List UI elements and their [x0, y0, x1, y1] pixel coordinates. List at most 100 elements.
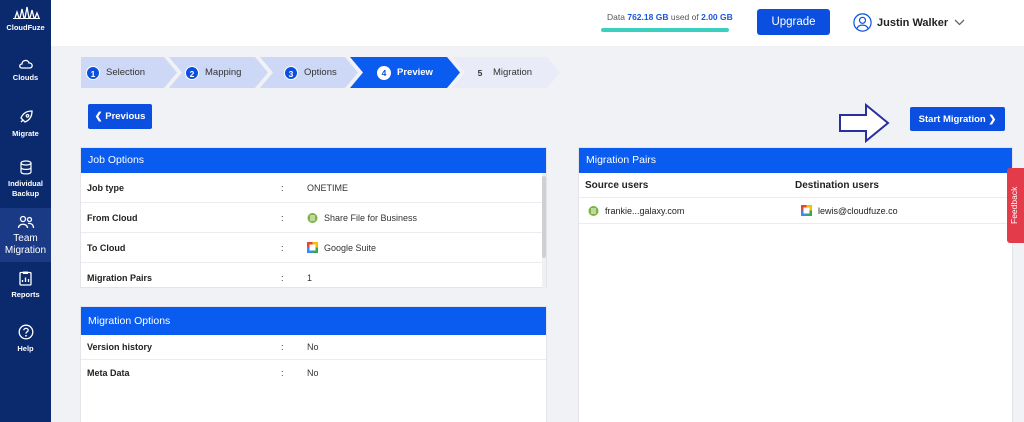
migration-pairs-value: 1	[307, 273, 313, 283]
job-options-panel: Job Options Job type : ONETIME From Clou…	[80, 147, 547, 288]
source-user-email: frankie...galaxy.com	[605, 205, 685, 216]
migration-pairs-header: Source users Destination users	[579, 173, 1012, 198]
migration-pairs-key: Migration Pairs	[87, 273, 153, 283]
arrow-right-hint-icon	[839, 103, 890, 143]
previous-label: Previous	[105, 111, 146, 122]
job-type-value: ONETIME	[307, 182, 349, 193]
logo-text: CloudFuze	[6, 23, 45, 32]
version-history-value: No	[307, 342, 319, 352]
sidebar-item-label: Reports	[11, 290, 40, 299]
step-preview[interactable]: 4 Preview	[377, 57, 433, 88]
separator: :	[281, 242, 284, 253]
step-selection[interactable]: 1 Selection	[86, 57, 145, 88]
google-icon	[307, 242, 318, 253]
upgrade-button[interactable]: Upgrade	[757, 9, 830, 35]
sidebar-item-label: Clouds	[12, 73, 39, 82]
separator: :	[281, 273, 284, 283]
step-options[interactable]: 3 Options	[284, 57, 337, 88]
step-number: 2	[185, 65, 199, 80]
step-number: 3	[284, 65, 298, 80]
separator: :	[281, 342, 284, 352]
database-icon	[19, 160, 32, 175]
migration-pair-row: frankie...galaxy.com lewis@cloudfuze.co	[579, 198, 1012, 224]
sidebar-item-clouds[interactable]: Clouds	[0, 57, 51, 83]
from-cloud-value: Share File for Business	[307, 212, 417, 224]
sidebar-item-label: Migrate	[12, 129, 39, 138]
chevron-down-icon	[954, 19, 965, 26]
team-icon	[17, 215, 34, 229]
sidebar-item-individual-backup[interactable]: Individual Backup	[0, 160, 51, 199]
version-history-row: Version history : No	[81, 335, 546, 360]
feedback-tab[interactable]: Feedback	[1007, 168, 1024, 243]
sidebar-item-label-line2: Backup	[11, 189, 40, 198]
to-cloud-row: To Cloud : Google Suite	[81, 233, 546, 263]
sharefile-icon	[588, 205, 599, 216]
data-total-value: 2.00 GB	[701, 12, 733, 22]
data-used-value: 762.18 GB	[627, 12, 669, 22]
from-cloud-row: From Cloud : Share File for Business	[81, 203, 546, 233]
sidebar-item-label-line2: Migration	[4, 245, 47, 256]
source-users-header: Source users	[585, 179, 649, 191]
data-prefix: Data	[607, 12, 625, 22]
step-migration[interactable]: 5 Migration	[473, 57, 532, 88]
sidebar-item-label-line1: Team	[13, 233, 38, 244]
destination-user-cell: lewis@cloudfuze.co	[801, 205, 898, 216]
migration-options-title: Migration Options	[81, 307, 546, 335]
google-icon	[801, 205, 812, 216]
reports-icon	[19, 271, 32, 286]
sidebar: CloudFuze Clouds Migrate Individual Back…	[0, 0, 51, 422]
step-label: Selection	[106, 67, 146, 78]
logo-icon	[12, 6, 40, 19]
previous-button[interactable]: ❮ Previous	[88, 104, 152, 129]
version-history-key: Version history	[87, 342, 153, 352]
to-cloud-value: Google Suite	[307, 242, 376, 253]
job-type-row: Job type : ONETIME	[81, 173, 546, 203]
feedback-label: Feedback	[1009, 186, 1019, 224]
destination-user-email: lewis@cloudfuze.co	[818, 205, 898, 216]
top-header: Data 762.18 GB used of 2.00 GB Upgrade J…	[51, 0, 1024, 46]
migration-stepper: 1 Selection 2 Mapping 3 Options 4 Preview 5M…	[81, 57, 561, 88]
to-cloud-text: Google Suite	[324, 242, 377, 253]
migration-pairs-panel: Migration Pairs Source users Destination…	[578, 147, 1013, 422]
user-avatar-icon	[853, 13, 872, 32]
chevron-left-icon: ❮	[94, 111, 106, 122]
step-label: Mapping	[205, 67, 242, 78]
chevron-right-icon: ❯	[985, 113, 997, 125]
sidebar-item-label: Help	[17, 344, 34, 353]
sidebar-item-migrate[interactable]: Migrate	[0, 109, 51, 139]
separator: :	[281, 182, 284, 193]
start-migration-button[interactable]: Start Migration ❯	[910, 107, 1005, 131]
step-number: 4	[377, 65, 391, 80]
migration-pairs-title: Migration Pairs	[579, 148, 1012, 173]
data-mid-text: used of	[670, 12, 699, 22]
data-usage-fill	[601, 28, 729, 32]
data-usage-bar	[601, 28, 729, 32]
from-cloud-key: From Cloud	[87, 212, 138, 223]
from-cloud-text: Share File for Business	[324, 212, 418, 223]
meta-data-row: Meta Data : No	[81, 360, 546, 385]
user-name: Justin Walker	[877, 16, 949, 29]
source-user-cell: frankie...galaxy.com	[579, 205, 801, 217]
user-menu[interactable]: Justin Walker	[853, 13, 965, 32]
cloud-icon	[18, 59, 33, 69]
job-type-key: Job type	[87, 182, 125, 193]
sidebar-item-team-migration[interactable]: Team Migration	[0, 208, 51, 262]
cloudfuze-logo[interactable]: CloudFuze	[0, 6, 51, 32]
scrollbar-thumb[interactable]	[542, 176, 546, 258]
sidebar-item-reports[interactable]: Reports	[0, 271, 51, 300]
sidebar-item-label-line1: Individual	[7, 179, 43, 188]
step-mapping[interactable]: 2 Mapping	[185, 57, 241, 88]
rocket-icon	[19, 110, 33, 123]
step-label: Migration	[493, 67, 533, 78]
meta-data-key: Meta Data	[87, 367, 130, 378]
help-icon	[18, 324, 33, 340]
migration-options-panel: Migration Options Version history : No M…	[80, 306, 547, 422]
step-label: Options	[304, 67, 337, 78]
data-usage-text: Data 762.18 GB used of 2.00 GB	[607, 12, 733, 22]
step-number: 5	[477, 67, 483, 78]
sidebar-item-help[interactable]: Help	[0, 324, 51, 354]
job-options-title: Job Options	[81, 148, 546, 173]
separator: :	[281, 212, 284, 223]
to-cloud-key: To Cloud	[87, 242, 126, 253]
separator: :	[281, 367, 284, 378]
